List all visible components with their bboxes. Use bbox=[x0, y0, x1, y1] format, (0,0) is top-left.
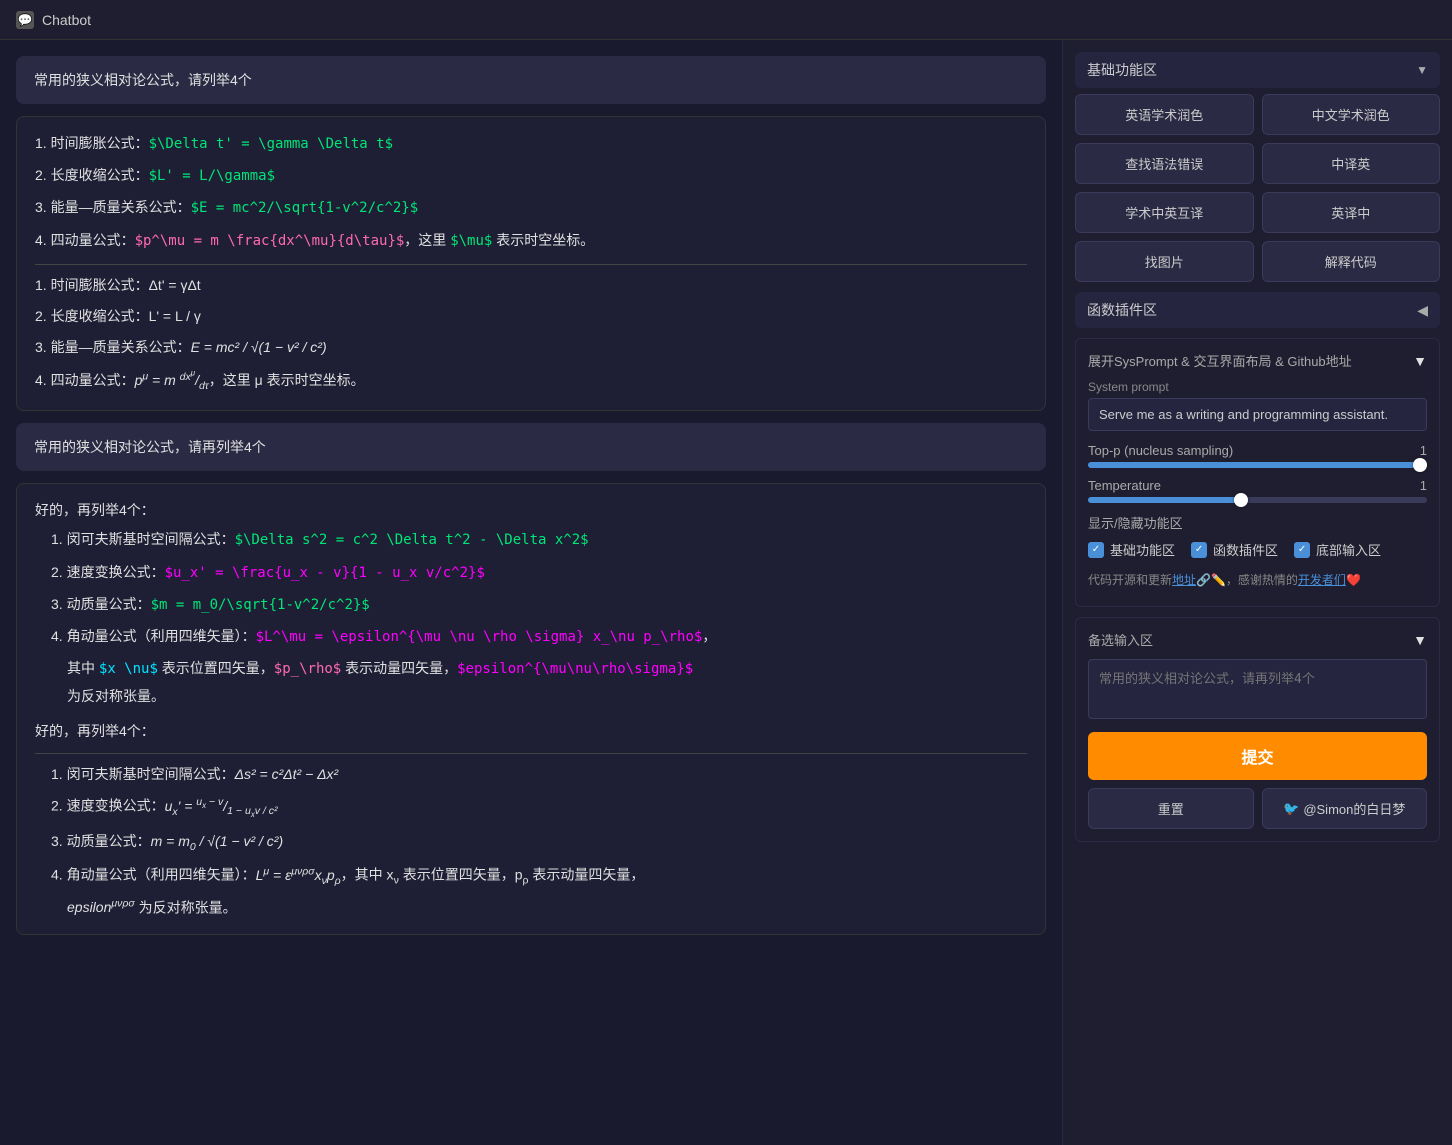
btn-en-to-zh[interactable]: 英译中 bbox=[1262, 192, 1441, 233]
temperature-slider[interactable] bbox=[1088, 497, 1427, 503]
plugin-arrow: ◀ bbox=[1417, 302, 1428, 319]
system-prompt-label: System prompt bbox=[1088, 380, 1427, 394]
sysprompt-arrow[interactable]: ▼ bbox=[1413, 353, 1427, 369]
btn-explain-code[interactable]: 解释代码 bbox=[1262, 241, 1441, 282]
footer-links: 代码开源和更新地址🔗✏️，感谢热情的开发者们❤️ bbox=[1088, 567, 1427, 594]
checkbox-plugin: ✓ bbox=[1191, 542, 1207, 558]
checkbox-basic: ✓ bbox=[1088, 542, 1104, 558]
top-p-slider[interactable] bbox=[1088, 462, 1427, 468]
plugin-section[interactable]: 函数插件区 ◀ bbox=[1075, 292, 1440, 328]
assistant-message-2: 好的，再列举4个： 1. 闵可夫斯基时空间隔公式：$\Delta s^2 = c… bbox=[16, 483, 1046, 935]
btn-find-image[interactable]: 找图片 bbox=[1075, 241, 1254, 282]
basic-functions-grid: 英语学术润色 中文学术润色 查找语法错误 中译英 学术中英互译 英译中 找图片 … bbox=[1075, 94, 1440, 282]
basic-functions-arrow: ▼ bbox=[1416, 63, 1428, 77]
alt-textarea[interactable] bbox=[1088, 659, 1427, 719]
btn-find-grammar[interactable]: 查找语法错误 bbox=[1075, 143, 1254, 184]
visibility-plugin[interactable]: ✓ 函数插件区 bbox=[1191, 540, 1278, 559]
chat-panel: 常用的狭义相对论公式，请列举4个 1. 时间膨胀公式：$\Delta t' = … bbox=[0, 40, 1062, 1145]
visibility-input[interactable]: ✓ 底部输入区 bbox=[1294, 540, 1381, 559]
basic-functions-section: 基础功能区 ▼ 英语学术润色 中文学术润色 查找语法错误 中译英 学术中英互译 … bbox=[1075, 52, 1440, 282]
stop-button[interactable]: 🐦 @Simon的白日梦 bbox=[1262, 788, 1428, 829]
user-message-2: 常用的狭义相对论公式，请再列举4个 bbox=[16, 423, 1046, 471]
address-link[interactable]: 地址 bbox=[1172, 573, 1196, 587]
visibility-basic[interactable]: ✓ 基础功能区 bbox=[1088, 540, 1175, 559]
system-prompt-value: Serve me as a writing and programming as… bbox=[1088, 398, 1427, 431]
main-layout: 常用的狭义相对论公式，请列举4个 1. 时间膨胀公式：$\Delta t' = … bbox=[0, 40, 1452, 1145]
visibility-section: 显示/隐藏功能区 ✓ 基础功能区 ✓ 函数插件区 ✓ 底部输入区 bbox=[1088, 513, 1427, 559]
app-header: 💬 Chatbot bbox=[0, 0, 1452, 40]
contributors-link[interactable]: 开发者们 bbox=[1298, 573, 1346, 587]
sysprompt-header: 展开SysPrompt & 交互界面布局 & Github地址 ▼ bbox=[1088, 351, 1427, 370]
user-message-1: 常用的狭义相对论公式，请列举4个 bbox=[16, 56, 1046, 104]
assistant-message-1: 1. 时间膨胀公式：$\Delta t' = \gamma \Delta t$ … bbox=[16, 116, 1046, 411]
btn-english-academic[interactable]: 英语学术润色 bbox=[1075, 94, 1254, 135]
basic-functions-header[interactable]: 基础功能区 ▼ bbox=[1075, 52, 1440, 88]
app-title: Chatbot bbox=[42, 12, 91, 28]
chatbot-icon: 💬 bbox=[16, 11, 34, 29]
btn-chinese-academic[interactable]: 中文学术润色 bbox=[1262, 94, 1441, 135]
checkbox-input: ✓ bbox=[1294, 542, 1310, 558]
alt-input-section: 备选输入区 ▼ 提交 重置 🐦 @Simon的白日梦 bbox=[1075, 617, 1440, 842]
btn-zh-to-en[interactable]: 中译英 bbox=[1262, 143, 1441, 184]
btn-academic-mutual[interactable]: 学术中英互译 bbox=[1075, 192, 1254, 233]
reset-button[interactable]: 重置 bbox=[1088, 788, 1254, 829]
submit-button[interactable]: 提交 bbox=[1088, 732, 1427, 780]
alt-input-arrow[interactable]: ▼ bbox=[1413, 632, 1427, 648]
bottom-buttons: 重置 🐦 @Simon的白日梦 bbox=[1088, 788, 1427, 829]
sysprompt-section: 展开SysPrompt & 交互界面布局 & Github地址 ▼ System… bbox=[1075, 338, 1440, 607]
sidebar: 基础功能区 ▼ 英语学术润色 中文学术润色 查找语法错误 中译英 学术中英互译 … bbox=[1062, 40, 1452, 1145]
top-p-section: Top-p (nucleus sampling) 1 bbox=[1088, 443, 1427, 468]
temperature-section: Temperature 1 bbox=[1088, 478, 1427, 503]
